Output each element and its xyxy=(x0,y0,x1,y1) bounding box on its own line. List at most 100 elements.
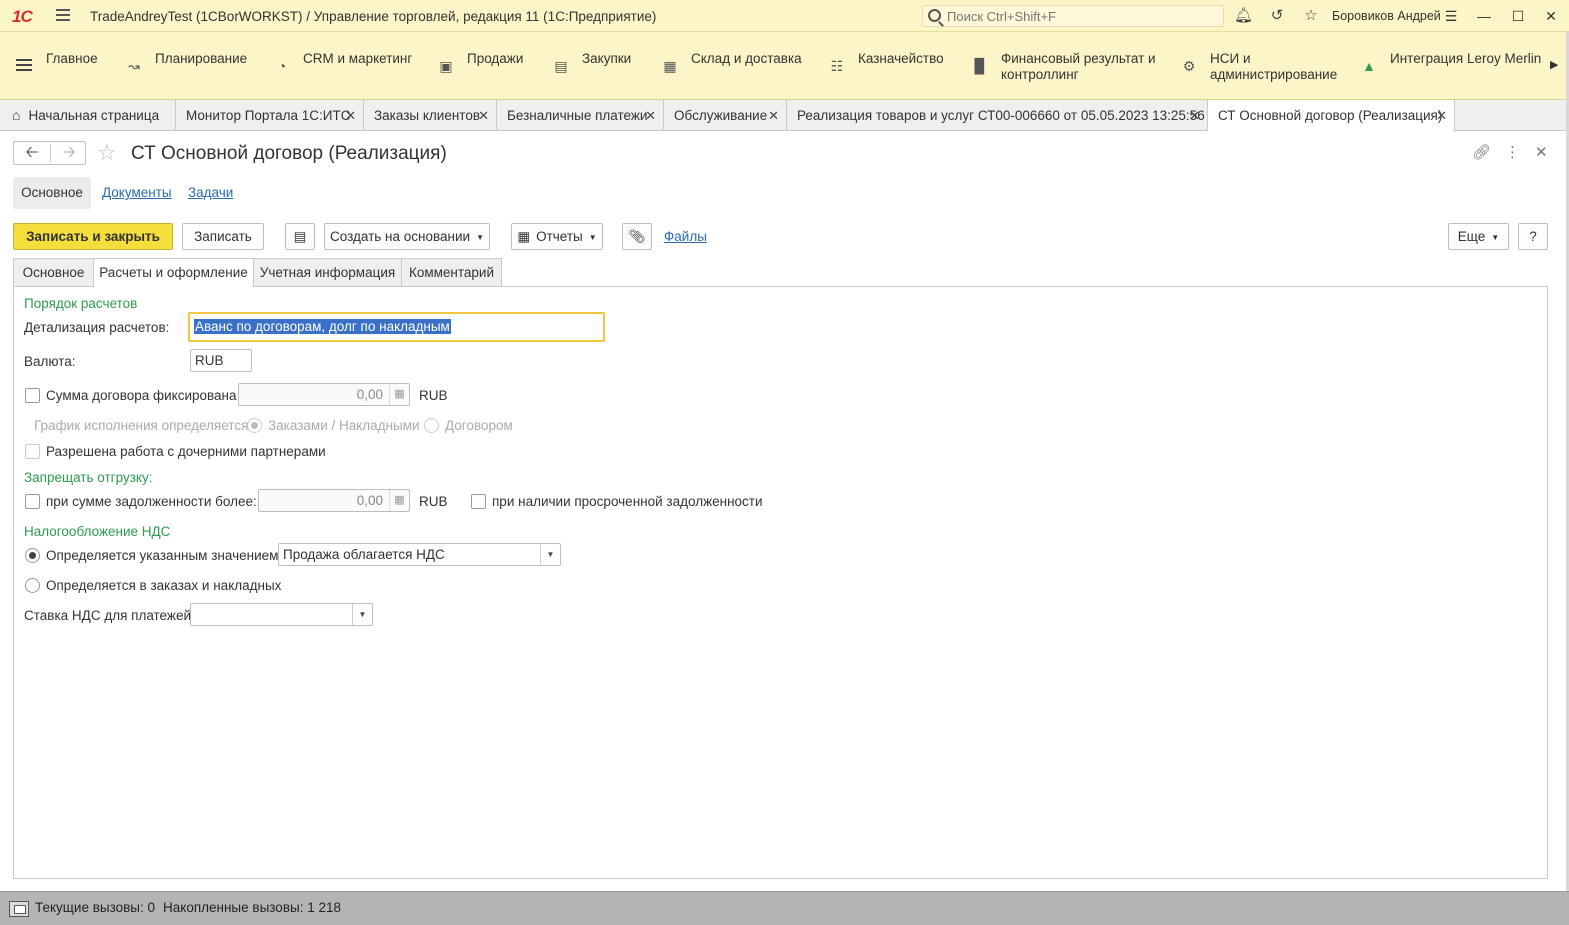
section-warehouse[interactable]: ▦ Склад и доставка xyxy=(661,51,801,75)
detail-label: Детализация расчетов: xyxy=(24,320,170,335)
currency-field[interactable]: RUB xyxy=(190,349,252,372)
section-leroy[interactable]: ▲ Интеграция Leroy Merlin xyxy=(1360,51,1541,75)
tab-service[interactable]: Обслуживание ✕ xyxy=(664,100,787,131)
tab-label: Монитор Портала 1С:ИТС xyxy=(186,108,351,123)
favorites-star-icon[interactable]: ☆ xyxy=(1302,7,1320,25)
vat-specified-radio[interactable] xyxy=(25,548,40,563)
help-button[interactable]: ? xyxy=(1518,223,1548,250)
tab-its-monitor[interactable]: Монитор Портала 1С:ИТС ✕ xyxy=(176,100,364,131)
close-tab-icon[interactable]: ✕ xyxy=(345,100,356,131)
back-arrow-icon[interactable]: 🡠︎ xyxy=(14,142,50,164)
tab-label: Обслуживание xyxy=(674,108,768,123)
form-nav-tasks[interactable]: Задачи xyxy=(188,177,233,209)
overdue-checkbox[interactable] xyxy=(471,494,486,509)
fixed-sum-label: Сумма договора фиксирована xyxy=(46,388,237,403)
section-main[interactable]: Главное xyxy=(46,51,98,67)
global-search[interactable] xyxy=(922,5,1224,27)
tab-customer-orders[interactable]: Заказы клиентов ✕ xyxy=(364,100,497,131)
close-window-icon[interactable]: ✕ xyxy=(1541,6,1561,26)
overdue-label: при наличии просроченной задолженности xyxy=(492,494,763,509)
tab-sales-document[interactable]: Реализация товаров и услуг СТ00-006660 о… xyxy=(787,100,1208,131)
status-bar: Текущие вызовы: 0 Накопленные вызовы: 1 … xyxy=(0,891,1569,925)
close-tab-icon[interactable]: ✕ xyxy=(645,100,656,131)
section-label: Закупки xyxy=(582,51,632,66)
schedule-orders-radio xyxy=(247,418,262,433)
house-icon: ▲ xyxy=(1362,58,1376,74)
vat-select[interactable]: Продажа облагается НДС ▼ xyxy=(278,543,561,566)
section-finance[interactable]: ▉ Финансовый результат и контроллинг xyxy=(971,51,1156,83)
close-tab-icon[interactable]: ✕ xyxy=(478,100,489,131)
tab-settlements[interactable]: Расчеты и оформление xyxy=(93,258,254,288)
planning-icon: ↝ xyxy=(128,58,140,74)
tab-label: Начальная страница xyxy=(28,108,160,123)
tab-contract[interactable]: СТ Основной договор (Реализация) ✕ xyxy=(1208,100,1455,132)
close-form-icon[interactable]: ✕ xyxy=(1535,144,1548,162)
close-tab-icon[interactable]: ✕ xyxy=(768,100,779,131)
link-icon[interactable]: 🔗︎ xyxy=(1472,144,1491,162)
save-and-close-button[interactable]: Записать и закрыть xyxy=(13,223,173,250)
section-sales[interactable]: ▣ Продажи xyxy=(437,51,523,75)
section-purchases[interactable]: ▤ Закупки xyxy=(552,51,631,75)
settings-menu-icon[interactable]: ☰ xyxy=(1441,6,1461,26)
tab-home[interactable]: ⌂ Начальная страница xyxy=(0,100,176,131)
section-label: Казначейство xyxy=(858,51,944,66)
form-title: СТ Основной договор (Реализация) xyxy=(131,143,447,164)
main-menu-icon[interactable] xyxy=(56,9,70,21)
fixed-sum-checkbox[interactable] xyxy=(25,388,40,403)
chevron-right-icon[interactable]: ▶ xyxy=(1550,58,1558,71)
app-logo[interactable]: 1С xyxy=(12,7,33,27)
document-list-button[interactable]: ▤ xyxy=(285,223,315,250)
section-label: Главное xyxy=(46,51,98,66)
form-nav-main[interactable]: Основное xyxy=(13,177,91,209)
dropdown-arrow-icon[interactable]: ▼ xyxy=(540,544,560,565)
tab-comment[interactable]: Комментарий xyxy=(401,258,502,286)
forward-arrow-icon[interactable]: 🡢︎ xyxy=(51,142,87,164)
debt-checkbox[interactable] xyxy=(25,494,40,509)
current-user[interactable]: Боровиков Андрей xyxy=(1332,9,1441,23)
search-icon xyxy=(928,9,941,22)
history-icon[interactable]: ↺ xyxy=(1268,7,1286,25)
create-based-on-button[interactable]: Создать на основании ▼ xyxy=(324,223,490,250)
files-link[interactable]: Файлы xyxy=(664,229,707,244)
minimize-icon[interactable]: — xyxy=(1474,6,1494,26)
windows-icon[interactable] xyxy=(9,901,29,917)
tab-label: СТ Основной договор (Реализация) xyxy=(1218,108,1443,123)
attach-button[interactable]: 📎︎ xyxy=(622,223,652,250)
favorite-star-icon[interactable]: ☆ xyxy=(97,141,117,165)
search-input[interactable] xyxy=(947,8,1217,24)
coins-icon: ☷ xyxy=(830,58,844,74)
section-nsi[interactable]: ⚙ НСИ и администрирование xyxy=(1180,51,1338,83)
more-button[interactable]: Еще ▼ xyxy=(1448,223,1509,250)
dropdown-arrow-icon[interactable]: ▼ xyxy=(352,604,372,625)
reports-button[interactable]: ▦ Отчеты ▼ xyxy=(511,223,603,250)
child-partners-checkbox xyxy=(25,444,40,459)
sections-menu-icon[interactable] xyxy=(16,59,32,73)
save-button[interactable]: Записать xyxy=(182,223,264,250)
child-partners-label: Разрешена работа с дочерними партнерами xyxy=(46,444,326,459)
maximize-icon[interactable]: ☐ xyxy=(1508,6,1528,26)
history-navigation: 🡠︎ 🡢︎ xyxy=(13,141,86,165)
section-crm[interactable]: ◔ CRM и маркетинг xyxy=(273,51,413,75)
vat-rate-select[interactable]: ▼ xyxy=(190,603,373,626)
section-treasury[interactable]: ☷ Казначейство xyxy=(828,51,944,75)
tab-cashless-payments[interactable]: Безналичные платежи ✕ xyxy=(497,100,664,131)
reports-icon: ▦ xyxy=(517,229,531,244)
accumulated-calls: Накопленные вызовы: 1 218 xyxy=(163,900,341,915)
home-icon: ⌂ xyxy=(12,107,21,123)
close-tab-icon[interactable]: ✕ xyxy=(1436,100,1447,131)
bell-icon[interactable]: 🔔︎ xyxy=(1234,7,1253,25)
tab-basic[interactable]: Основное xyxy=(13,258,94,286)
detail-field[interactable]: Аванс по договорам, долг по накладным xyxy=(188,312,605,342)
section-label: контроллинг xyxy=(1001,67,1079,82)
section-planning[interactable]: ↝ Планирование xyxy=(125,51,247,75)
schedule-contract-label: Договором xyxy=(445,418,513,433)
tab-accounting-info[interactable]: Учетная информация xyxy=(253,258,402,286)
section-label: НСИ и xyxy=(1210,51,1251,66)
form-nav-documents[interactable]: Документы xyxy=(102,177,172,209)
close-tab-icon[interactable]: ✕ xyxy=(1189,100,1200,131)
section-label: CRM и маркетинг xyxy=(303,51,413,66)
more-vertical-icon[interactable]: ⋮ xyxy=(1505,144,1520,162)
button-label: Отчеты xyxy=(536,229,583,244)
vat-in-orders-radio[interactable] xyxy=(25,578,40,593)
tab-label: Заказы клиентов xyxy=(374,108,481,123)
